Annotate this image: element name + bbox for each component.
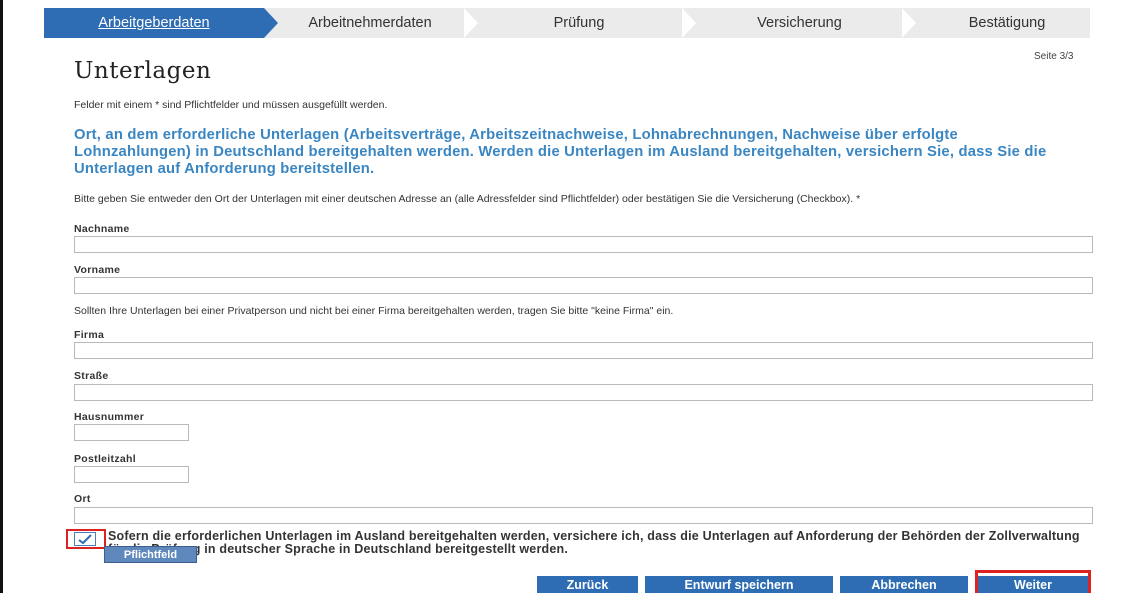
step-arbeitnehmerdaten[interactable]: Arbeitnehmerdaten [280, 8, 460, 38]
step-bestaetigung[interactable]: Bestätigung [924, 8, 1090, 38]
step-separator [902, 8, 916, 38]
assurance-checkbox[interactable] [74, 532, 96, 546]
next-button-highlight [975, 570, 1091, 593]
required-tooltip: Pflichtfeld [104, 546, 197, 563]
ort-input[interactable] [74, 507, 1093, 524]
step-pruefung[interactable]: Prüfung [484, 8, 674, 38]
nachname-input[interactable] [74, 236, 1093, 253]
firma-label: Firma [74, 329, 105, 341]
strasse-input[interactable] [74, 384, 1093, 401]
checkmark-icon [78, 534, 92, 545]
hausnummer-label: Hausnummer [74, 411, 145, 423]
hausnummer-input[interactable] [74, 424, 189, 441]
step-arbeitgeberdaten[interactable]: Arbeitgeberdaten [44, 8, 264, 38]
cancel-button[interactable]: Abbrechen [840, 576, 968, 593]
assurance-text: Sofern die erforderlichen Unterlagen im … [108, 529, 1080, 556]
step-versicherung[interactable]: Versicherung [702, 8, 897, 38]
step-arrow [264, 8, 278, 38]
postleitzahl-input[interactable] [74, 466, 189, 483]
nachname-label: Nachname [74, 223, 130, 235]
section-headline: Ort, an dem erforderliche Unterlagen (Ar… [74, 127, 1047, 177]
firma-input[interactable] [74, 342, 1093, 359]
instruction-text: Bitte geben Sie entweder den Ort der Unt… [74, 193, 861, 205]
window-edge [0, 0, 3, 593]
step-navigation: Arbeitgeberdaten Arbeitnehmerdaten Prüfu… [44, 8, 1090, 38]
vorname-label: Vorname [74, 264, 121, 276]
save-draft-button[interactable]: Entwurf speichern [645, 576, 833, 593]
ort-label: Ort [74, 493, 91, 505]
page-indicator: Seite 3/3 [1034, 51, 1074, 62]
step-separator [682, 8, 696, 38]
strasse-label: Straße [74, 370, 109, 382]
step-separator [464, 8, 478, 38]
postleitzahl-label: Postleitzahl [74, 453, 136, 465]
vorname-input[interactable] [74, 277, 1093, 294]
private-person-note: Sollten Ihre Unterlagen bei einer Privat… [74, 305, 674, 317]
back-button[interactable]: Zurück [537, 576, 638, 593]
required-hint: Felder mit einem * sind Pflichtfelder un… [74, 99, 388, 111]
page-title: Unterlagen [74, 58, 212, 84]
